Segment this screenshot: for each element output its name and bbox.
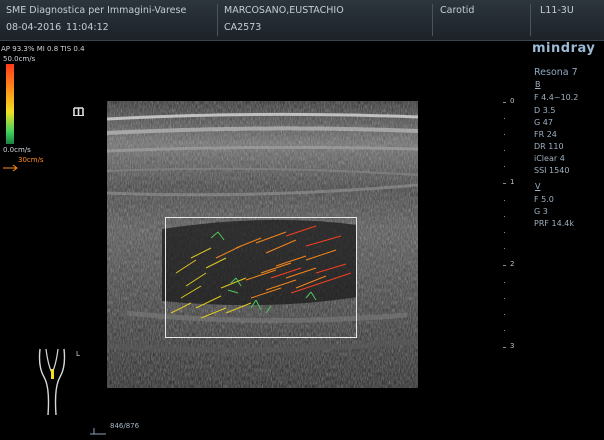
v-mode-label: V [535, 182, 541, 191]
v-param: G 3 [534, 207, 548, 216]
depth-minor-tick [504, 232, 505, 233]
probe-name: L11-3U [540, 5, 574, 16]
b-param: G 47 [534, 118, 553, 127]
depth-major-tick [503, 183, 506, 184]
depth-minor-tick [504, 314, 505, 315]
cine-indicator[interactable] [90, 421, 108, 435]
header-divider [530, 4, 531, 36]
brand-logo: mindray [532, 41, 596, 56]
depth-label: 2 [510, 260, 515, 268]
depth-label: 1 [510, 178, 515, 186]
b-param: FR 24 [534, 130, 557, 139]
depth-minor-tick [504, 118, 505, 119]
patient-id: CA2573 [224, 22, 262, 33]
exam-date: 08-04-2016 [6, 22, 62, 33]
probe-orientation-icon [73, 101, 84, 116]
frame-counter: 846/876 [110, 422, 140, 430]
header-divider [217, 4, 218, 36]
depth-label: 3 [510, 342, 515, 350]
depth-minor-tick [504, 248, 505, 249]
acoustic-output: AP 93.3% MI 0.8 TIS 0.4 [1, 45, 85, 53]
depth-minor-tick [504, 216, 505, 217]
b-mode-label: B [535, 80, 541, 89]
depth-major-tick [503, 102, 506, 103]
b-param: F 4.4~10.2 [534, 93, 579, 102]
depth-label: 0 [510, 97, 515, 105]
b-param: SSI 1540 [534, 166, 570, 175]
velocity-scale-bottom: 0.0cm/s [3, 146, 31, 154]
b-param: iClear 4 [534, 154, 565, 163]
depth-minor-tick [504, 282, 505, 283]
b-param: DR 110 [534, 142, 564, 151]
depth-minor-tick [504, 330, 505, 331]
header-bar: SME Diagnostica per Immagini-Varese 08-0… [0, 0, 604, 41]
b-param: D 3.5 [534, 106, 556, 115]
arrow-speed-label: 30cm/s [18, 156, 44, 164]
depth-minor-tick [504, 150, 505, 151]
color-roi-box[interactable] [165, 217, 357, 338]
depth-minor-tick [504, 298, 505, 299]
exam-type: Carotid [440, 5, 475, 16]
v-param: F 5.0 [534, 195, 554, 204]
v-param: PRF 14.4k [534, 219, 574, 228]
body-mark-icon [34, 347, 70, 417]
header-divider [432, 4, 433, 36]
depth-minor-tick [504, 200, 505, 201]
system-model: Resona 7 [534, 67, 578, 78]
depth-minor-tick [504, 166, 505, 167]
body-mark-label: L [76, 350, 80, 358]
exam-time: 11:04:12 [66, 22, 109, 33]
color-velocity-scale [6, 64, 14, 144]
depth-minor-tick [504, 134, 505, 135]
depth-major-tick [503, 265, 506, 266]
velocity-scale-top: 50.0cm/s [3, 55, 36, 63]
patient-name: MARCOSANO,EUSTACHIO [224, 5, 344, 16]
depth-major-tick [503, 347, 506, 348]
arrow-icon [3, 164, 18, 172]
institution-name: SME Diagnostica per Immagini-Varese [6, 5, 187, 16]
